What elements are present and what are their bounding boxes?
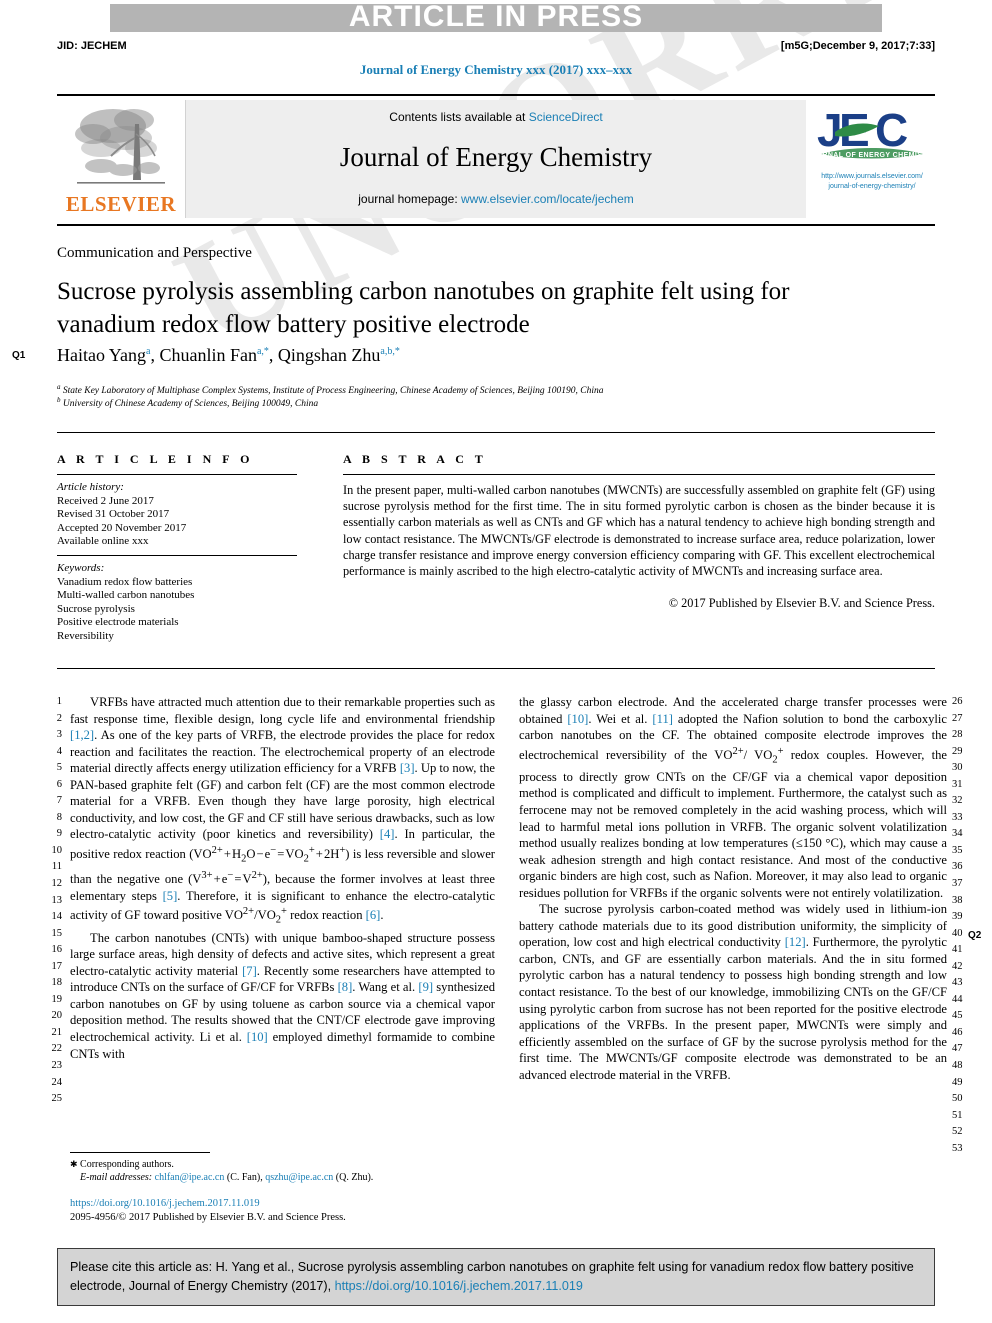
citation-ref[interactable]: [8] — [338, 980, 353, 994]
citation-ref[interactable]: [3] — [400, 761, 415, 775]
keywords-label: Keywords: — [57, 562, 105, 574]
body-paragraph: The sucrose pyrolysis carbon-coated meth… — [519, 902, 948, 1082]
citation-ref[interactable]: [1,2] — [70, 728, 94, 742]
contents-prefix-text: Contents lists available at — [389, 110, 529, 124]
elsevier-tree-icon — [75, 109, 165, 184]
keyword-item: Multi-walled carbon nanotubes — [57, 589, 195, 601]
running-head: Journal of Energy Chemistry xxx (2017) x… — [359, 62, 633, 77]
corresponding-author-label: Corresponding authors. — [80, 1159, 174, 1170]
email-label: E-mail addresses: — [80, 1172, 153, 1183]
issn-copyright-line: 2095-4956/© 2017 Published by Elsevier B… — [70, 1212, 346, 1223]
abstract-heading: A B S T R A C T — [343, 452, 487, 466]
elsevier-wordmark: ELSEVIER — [65, 192, 177, 216]
line-numbers-left: 1 2 3 4 5 6 7 8 9 10 11 12 13 14 15 16 1… — [51, 696, 63, 1105]
citation-ref[interactable]: [10] — [247, 1030, 268, 1044]
email-owner-zhu: (Q. Zhu). — [335, 1172, 374, 1183]
keywords-block: Keywords: Vanadium redox flow batteries … — [57, 562, 312, 643]
journal-title: Journal of Energy Chemistry — [339, 142, 653, 172]
keyword-item: Reversibility — [57, 629, 114, 642]
body-column-right: the glassy carbon electrode. And the acc… — [519, 694, 947, 1083]
abstract-text: In the present paper, multi-walled carbo… — [343, 483, 935, 579]
article-in-press-banner: ARTICLE IN PRESS — [348, 0, 644, 33]
citation-ref[interactable]: [4] — [380, 827, 395, 841]
article-section-kind: Communication and Perspective — [57, 245, 252, 261]
abstract-rule-sub — [343, 474, 935, 475]
jec-logo-icon: J E C JOURNAL OF ENERGY CHEMISTRY — [815, 104, 929, 159]
doi-link[interactable]: https://doi.org/10.1016/j.jechem.2017.11… — [70, 1198, 260, 1209]
journal-homepage-line: journal homepage: www.elsevier.com/locat… — [186, 192, 806, 206]
masthead-center-panel: Contents lists available at ScienceDirec… — [186, 100, 806, 218]
citation-ref[interactable]: [11] — [652, 712, 673, 726]
email-link-fan[interactable]: chlfan@ipe.ac.cn — [155, 1172, 225, 1183]
line-numbers-right: 26 27 28 29 30 31 32 33 34 35 36 37 38 3… — [952, 696, 963, 1154]
history-item: Received 2 June 2017 — [57, 494, 154, 507]
journal-homepage-link[interactable]: www.elsevier.com/locate/jechem — [461, 192, 634, 206]
keyword-item: Positive electrode materials — [57, 616, 179, 628]
please-cite-box: Please cite this article as: H. Yang et … — [57, 1248, 935, 1306]
paper-page: UNCORRECTED PROOF ARTICLE IN PRESS JID: … — [0, 0, 992, 1323]
elsevier-logo-box: ELSEVIER — [57, 100, 186, 218]
abstract-copyright: © 2017 Published by Elsevier B.V. and Sc… — [668, 596, 935, 610]
masthead-rule-top — [57, 94, 935, 96]
keywords-rule — [57, 555, 297, 556]
body-column-left: VRFBs have attracted much attention due … — [70, 694, 495, 1062]
doi-block: https://doi.org/10.1016/j.jechem.2017.11… — [70, 1197, 510, 1225]
query-marker-q1[interactable]: Q1 — [12, 350, 25, 361]
article-info-heading: A R T I C L E I N F O — [57, 452, 254, 466]
body-paragraph: the glassy carbon electrode. And the acc… — [519, 695, 948, 900]
keyword-item: Sucrose pyrolysis — [57, 602, 135, 615]
journal-masthead: ELSEVIER Contents lists available at Sci… — [57, 100, 935, 218]
contents-lists-line: Contents lists available at ScienceDirec… — [186, 110, 806, 124]
info-rule-bottom — [57, 668, 935, 669]
homepage-prefix-text: journal homepage: — [358, 192, 461, 206]
affiliation-b-text: University of Chinese Academy of Science… — [62, 399, 319, 410]
jec-url-lines: http://www.journals.elsevier.com/ journa… — [809, 172, 935, 192]
masthead-rule-bottom — [57, 224, 935, 226]
page-title: Sucrose pyrolysis assembling carbon nano… — [57, 278, 790, 338]
footnote-rule — [70, 1152, 210, 1153]
jid-label: JID: JECHEM — [57, 40, 127, 52]
citation-ref[interactable]: [12] — [785, 935, 806, 949]
body-paragraph: The carbon nanotubes (CNTs) with unique … — [70, 930, 496, 1061]
citation-ref[interactable]: [10] — [567, 712, 588, 726]
email-owner-fan: (C. Fan), — [226, 1172, 263, 1183]
article-history-label: Article history: — [57, 481, 124, 493]
history-item: Revised 31 October 2017 — [57, 508, 170, 520]
keyword-item: Vanadium redox flow batteries — [57, 575, 193, 588]
citation-ref[interactable]: [6] — [366, 909, 381, 923]
asterisk-icon: ✱ — [70, 1159, 78, 1169]
affiliation-b: b University of Chinese Academy of Scien… — [57, 396, 319, 410]
info-rule-sub — [57, 474, 297, 475]
jec-logo-box: J E C JOURNAL OF ENERGY CHEMISTRY http:/… — [809, 100, 935, 218]
corresponding-author-note: ✱ Corresponding authors. — [70, 1158, 500, 1171]
svg-text:JOURNAL OF ENERGY CHEMISTRY: JOURNAL OF ENERGY CHEMISTRY — [815, 152, 929, 159]
history-item: Available online xxx — [57, 535, 149, 547]
jec-url-line-1: http://www.journals.elsevier.com/ — [821, 173, 923, 180]
citation-ref[interactable]: [5] — [163, 889, 178, 903]
author-list: Haitao Yanga, Chuanlin Fana,*, Qingshan … — [57, 345, 400, 365]
build-tag: [m5G;December 9, 2017;7:33] — [780, 40, 935, 52]
jec-url-line-2: journal-of-energy-chemistry/ — [828, 183, 916, 190]
article-history: Article history: Received 2 June 2017 Re… — [57, 481, 307, 549]
citation-ref[interactable]: [7] — [242, 964, 257, 978]
email-addresses-line: E-mail addresses: chlfan@ipe.ac.cn (C. F… — [70, 1171, 500, 1184]
sciencedirect-link[interactable]: ScienceDirect — [529, 110, 603, 124]
info-rule-top — [57, 432, 935, 433]
footnote-block: ✱ Corresponding authors. E-mail addresse… — [70, 1158, 500, 1184]
history-item: Accepted 20 November 2017 — [57, 521, 187, 534]
email-link-zhu[interactable]: qszhu@ipe.ac.cn — [265, 1172, 333, 1183]
body-paragraph: VRFBs have attracted much attention due … — [70, 695, 496, 927]
citation-ref[interactable]: [9] — [418, 980, 433, 994]
cite-doi-link[interactable]: https://doi.org/10.1016/j.jechem.2017.11… — [335, 1279, 583, 1293]
